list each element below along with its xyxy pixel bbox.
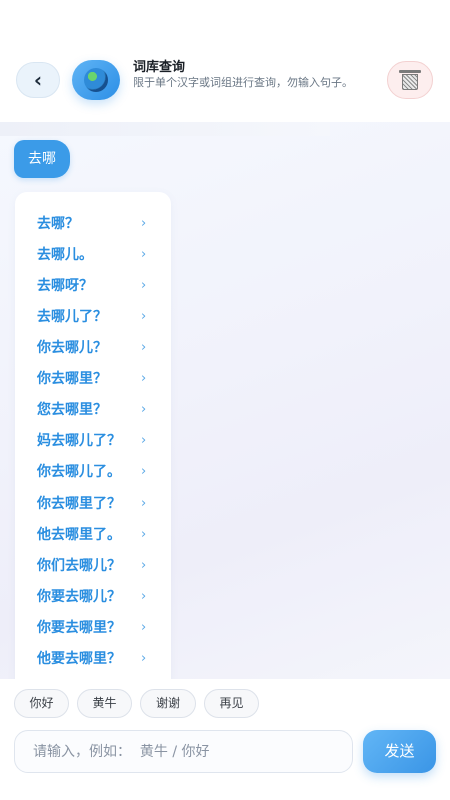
chevron-right-icon: › (141, 557, 147, 573)
result-item[interactable]: 你去哪儿？ › (15, 333, 171, 361)
send-button[interactable]: 发送 (363, 730, 436, 773)
result-text: 你们去哪儿？ (37, 558, 121, 574)
chevron-right-icon: › (141, 215, 147, 231)
footer: 你好 黄牛 谢谢 再见 发送 (0, 679, 450, 800)
chevron-right-icon: › (141, 588, 147, 604)
result-text: 去哪儿了？ (37, 309, 107, 325)
chevron-right-icon: › (141, 370, 147, 386)
chevron-right-icon: › (141, 246, 147, 262)
result-text: 你要去哪儿？ (37, 589, 121, 605)
chevron-right-icon: › (141, 277, 147, 293)
quick-chip-nihao[interactable]: 你好 (14, 689, 69, 718)
chevron-right-icon: › (141, 463, 147, 479)
result-item[interactable]: 去哪？ › (15, 209, 171, 237)
chevron-right-icon: › (141, 650, 147, 666)
result-item[interactable]: 你要去哪儿？ › (15, 582, 171, 610)
result-item[interactable]: 你去哪里了？ › (15, 489, 171, 517)
result-text: 你要去哪里？ (37, 620, 121, 636)
result-item[interactable]: 您去哪里？ › (15, 395, 171, 423)
user-message-bubble: 去哪 (14, 140, 70, 178)
chat-area: 去哪 去哪？ › 去哪儿。 › 去哪呀？ › 去哪儿了？ › 你去哪儿？ › 你去哪里？ ›… (0, 122, 450, 679)
quick-chip-xiexie[interactable]: 谢谢 (140, 689, 196, 718)
chevron-right-icon: › (141, 339, 147, 355)
search-input[interactable] (14, 730, 353, 773)
globe-icon (84, 68, 108, 92)
result-text: 去哪？ (37, 216, 79, 232)
back-button[interactable]: ‹ (16, 62, 60, 98)
result-item[interactable]: 你去哪里？ › (15, 364, 171, 392)
result-text: 您去哪里？ (37, 402, 107, 418)
result-item[interactable]: 他去哪里了。 › (15, 520, 171, 548)
result-item[interactable]: 去哪儿了？ › (15, 302, 171, 330)
result-item[interactable]: 你们去哪儿？ › (15, 551, 171, 579)
result-item[interactable]: 你去哪儿了。 › (15, 457, 171, 485)
result-text: 他要去哪里？ (37, 651, 121, 667)
trash-icon (399, 70, 421, 90)
result-item[interactable]: 他要去哪里？ › (15, 644, 171, 672)
result-item[interactable]: 你要去哪里？ › (15, 613, 171, 641)
chevron-right-icon: › (141, 308, 147, 324)
result-item[interactable]: 妈去哪儿了？ › (15, 426, 171, 454)
app-icon (72, 60, 120, 100)
chevron-right-icon: › (141, 401, 147, 417)
chevron-right-icon: › (141, 619, 147, 635)
page-title: 词库查询 (133, 60, 186, 75)
result-text: 他去哪里了。 (37, 527, 121, 543)
chevron-right-icon: › (141, 526, 147, 542)
chevron-right-icon: › (141, 432, 147, 448)
clear-button[interactable] (387, 61, 433, 99)
result-item[interactable]: 去哪呀？ › (15, 271, 171, 299)
result-text: 妈去哪儿了？ (37, 433, 121, 449)
result-text: 你去哪里？ (37, 371, 107, 387)
quick-chip-huangniu[interactable]: 黄牛 (77, 689, 132, 718)
result-item[interactable]: 去哪儿。 › (15, 240, 171, 268)
result-text: 你去哪里了？ (37, 496, 121, 512)
header: ‹ 词库查询 限于单个汉字或词组进行查询，勿输入句子。 (0, 0, 450, 122)
quick-chip-zaijian[interactable]: 再见 (204, 689, 259, 718)
result-text: 去哪呀？ (37, 278, 93, 294)
result-card: 去哪？ › 去哪儿。 › 去哪呀？ › 去哪儿了？ › 你去哪儿？ › 你去哪里？ › 您去… (15, 192, 171, 679)
chevron-right-icon: › (141, 495, 147, 511)
page-subtitle: 限于单个汉字或词组进行查询，勿输入句子。 (133, 76, 353, 89)
chevron-left-icon: ‹ (33, 68, 43, 92)
result-text: 你去哪儿？ (37, 340, 107, 356)
result-text: 去哪儿。 (37, 247, 93, 263)
result-text: 你去哪儿了。 (37, 464, 121, 480)
